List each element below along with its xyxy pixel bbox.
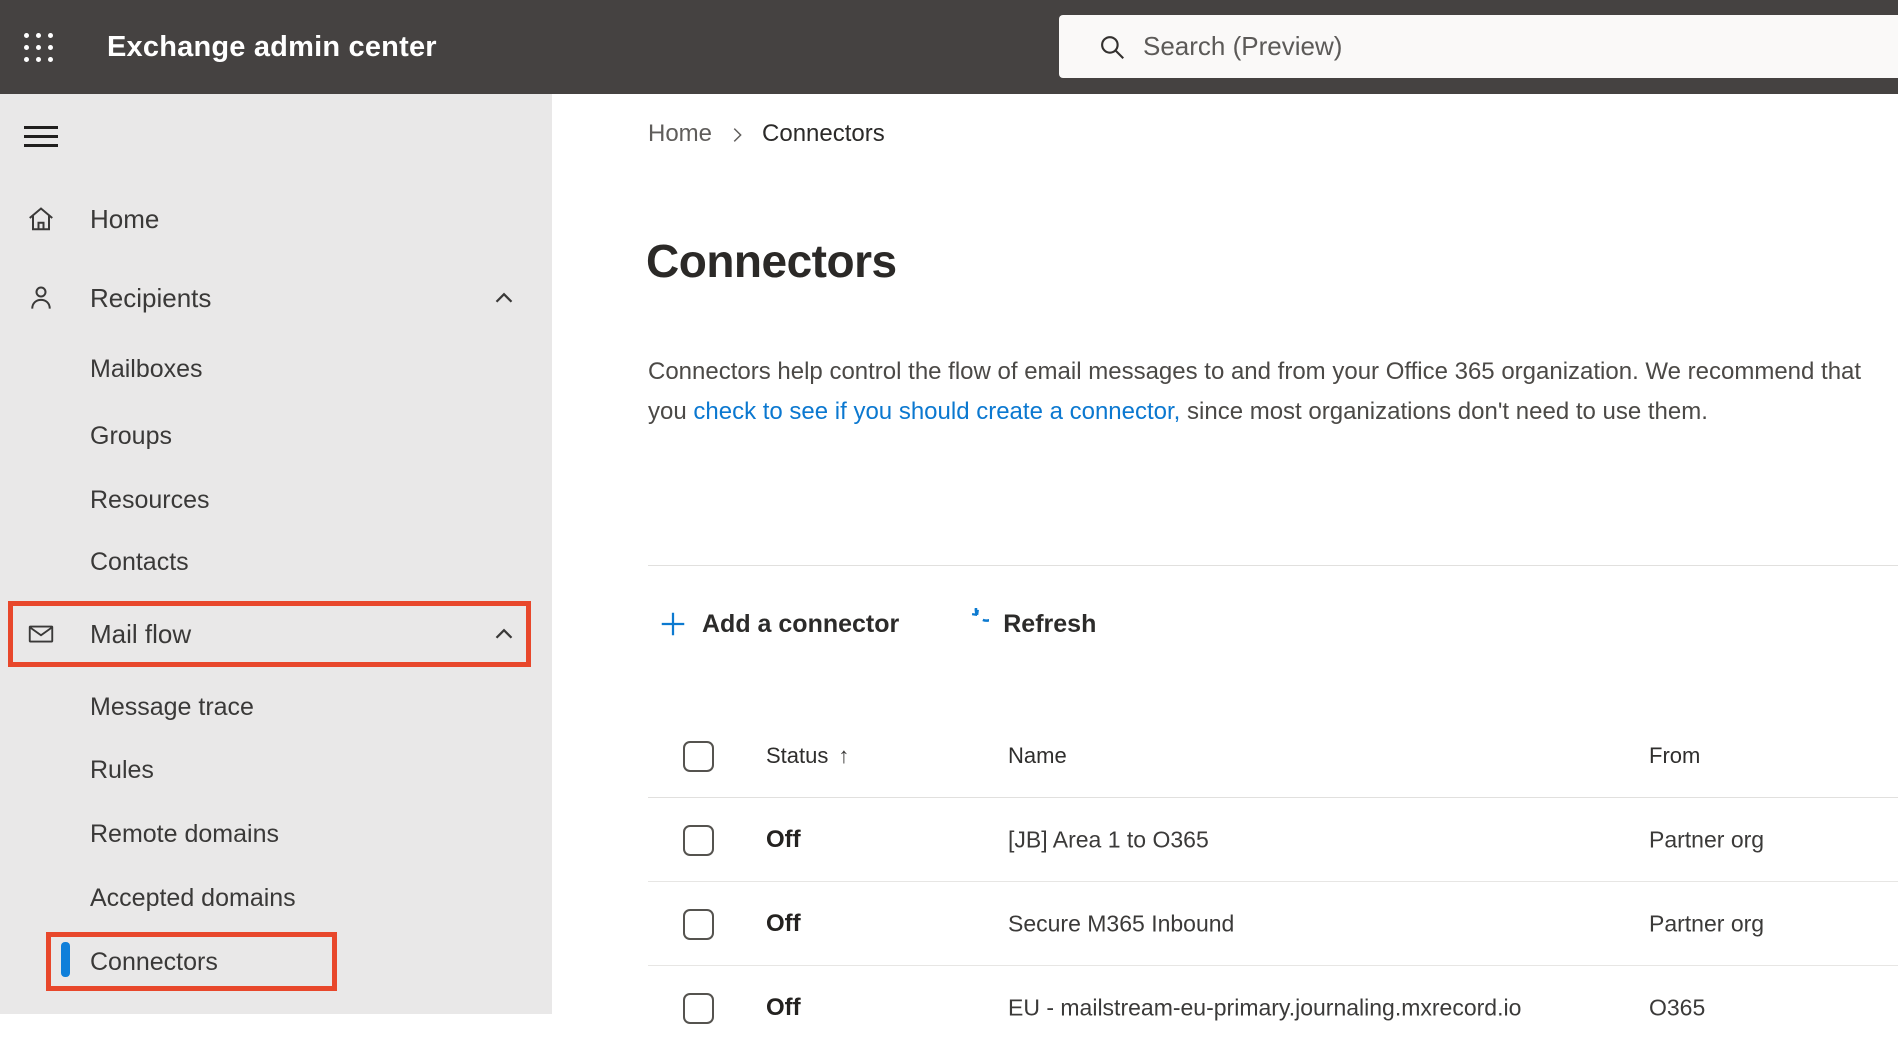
- add-connector-button[interactable]: Add a connector: [658, 609, 899, 639]
- connector-from: Partner org: [1649, 826, 1765, 852]
- breadcrumb-current: Connectors: [762, 120, 885, 147]
- connector-from: Partner org: [1649, 910, 1765, 936]
- row-checkbox[interactable]: [683, 908, 714, 940]
- table-row[interactable]: Off EU - mailstream-eu-primary.journalin…: [648, 966, 1898, 1050]
- select-all-checkbox[interactable]: [683, 740, 714, 772]
- hamburger-menu-icon[interactable]: [24, 126, 58, 147]
- table-row[interactable]: Off [JB] Area 1 to O365 Partner org: [648, 798, 1898, 882]
- toolbar-top-divider: [648, 565, 1898, 566]
- connector-status: Off: [766, 994, 801, 1021]
- breadcrumb: Home Connectors: [648, 116, 885, 152]
- main-content: Home Connectors Connectors Connectors he…: [552, 94, 1898, 1024]
- sidebar-item-contacts[interactable]: Contacts: [0, 530, 552, 594]
- app-title: Exchange admin center: [107, 30, 437, 63]
- sidebar-item-accepted-domains[interactable]: Accepted domains: [0, 866, 552, 930]
- sidebar-item-groups[interactable]: Groups: [0, 404, 552, 468]
- row-checkbox[interactable]: [683, 993, 714, 1024]
- chevron-up-icon[interactable]: [488, 618, 520, 650]
- sort-ascending-icon: ↑: [838, 742, 850, 768]
- connector-status: Off: [766, 825, 801, 853]
- mail-icon: [26, 619, 56, 649]
- sidebar-item-message-trace[interactable]: Message trace: [0, 675, 552, 739]
- table-header-row: Status ↑ Name From: [648, 714, 1898, 798]
- top-app-bar: Exchange admin center: [0, 0, 1898, 94]
- connector-name[interactable]: Secure M365 Inbound: [1008, 910, 1234, 937]
- sidebar-item-home[interactable]: Home: [0, 187, 552, 251]
- plus-icon: [661, 612, 685, 636]
- global-search[interactable]: [1059, 15, 1898, 78]
- app-launcher-icon[interactable]: [24, 33, 53, 62]
- person-icon: [26, 283, 56, 313]
- connector-name[interactable]: EU - mailstream-eu-primary.journaling.mx…: [1008, 995, 1521, 1022]
- search-input[interactable]: [1143, 31, 1743, 62]
- search-icon: [1101, 35, 1125, 59]
- left-navigation: Home Recipients Mailboxes Groups Resourc…: [0, 94, 552, 1014]
- column-header-status[interactable]: Status ↑: [766, 743, 849, 769]
- page-description: Connectors help control the flow of emai…: [648, 352, 1888, 432]
- sidebar-item-connectors[interactable]: Connectors: [0, 930, 552, 994]
- breadcrumb-separator-icon: [726, 124, 748, 146]
- connector-status: Off: [766, 909, 801, 937]
- column-header-from[interactable]: From: [1649, 743, 1700, 769]
- sidebar-item-resources[interactable]: Resources: [0, 468, 552, 532]
- sidebar-item-recipients[interactable]: Recipients: [0, 266, 552, 330]
- create-connector-link[interactable]: check to see if you should create a conn…: [693, 398, 1180, 425]
- table-row[interactable]: Off Secure M365 Inbound Partner org: [648, 882, 1898, 966]
- command-bar: Add a connector Refresh: [658, 602, 1096, 646]
- connector-from: O365: [1649, 994, 1706, 1021]
- breadcrumb-home-link[interactable]: Home: [648, 120, 712, 148]
- sidebar-item-remote-domains[interactable]: Remote domains: [0, 802, 552, 866]
- connector-name[interactable]: [JB] Area 1 to O365: [1008, 826, 1209, 853]
- chevron-up-icon[interactable]: [488, 282, 520, 314]
- home-icon: [26, 204, 56, 234]
- page-title: Connectors: [646, 235, 897, 287]
- refresh-icon: [972, 608, 990, 622]
- sidebar-item-mail-flow[interactable]: Mail flow: [0, 602, 552, 666]
- column-header-name[interactable]: Name: [1008, 743, 1067, 769]
- row-checkbox[interactable]: [683, 824, 714, 856]
- description-text: since most organizations don't need to u…: [1180, 398, 1708, 425]
- selected-item-indicator: [61, 942, 70, 977]
- refresh-button[interactable]: Refresh: [957, 608, 1096, 640]
- sidebar-item-rules[interactable]: Rules: [0, 738, 552, 802]
- sidebar-item-mailboxes[interactable]: Mailboxes: [0, 337, 552, 401]
